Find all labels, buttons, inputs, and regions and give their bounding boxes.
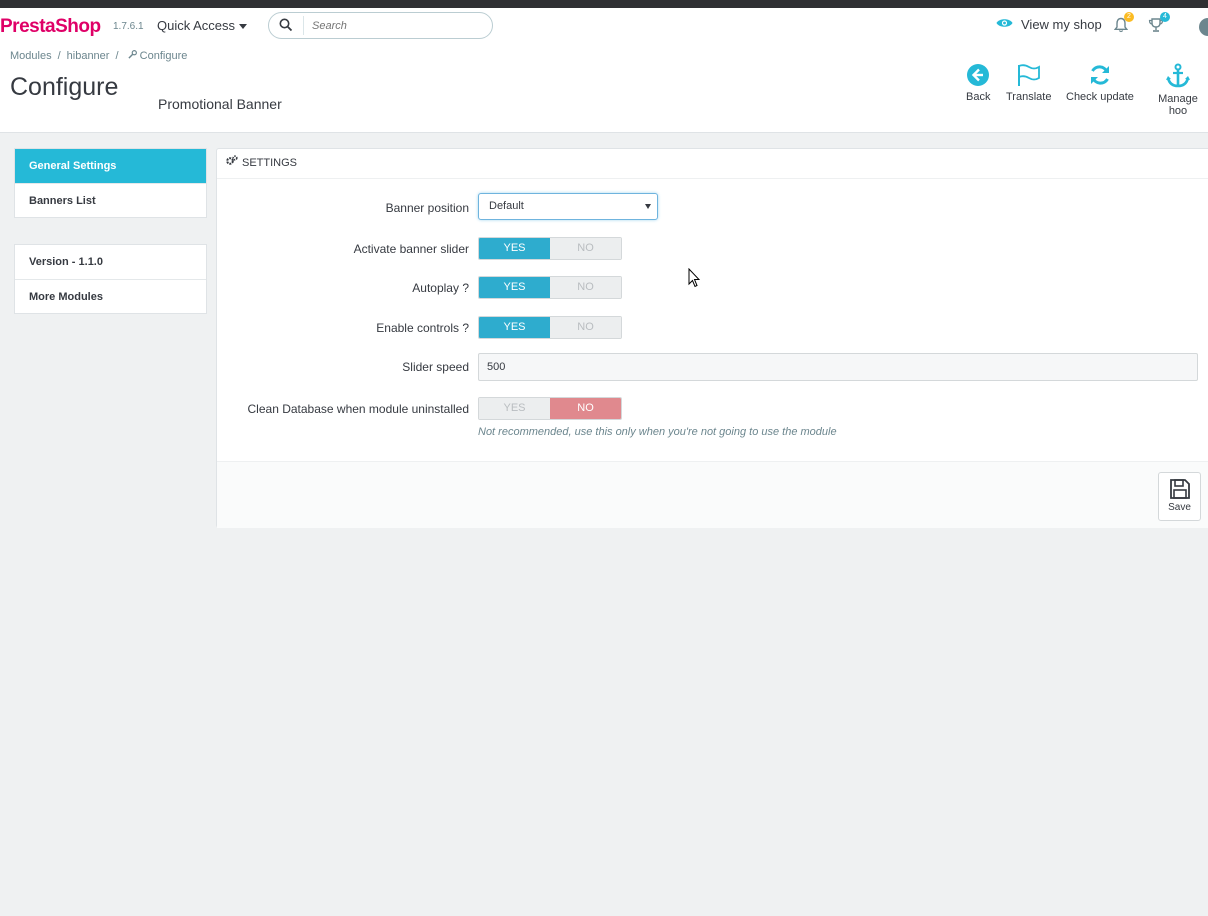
panel-title: SETTINGS bbox=[242, 157, 298, 169]
enable-controls-label: Enable controls ? bbox=[376, 321, 469, 335]
translate-button[interactable]: Translate bbox=[1006, 63, 1051, 103]
trophy-badge: 4 bbox=[1160, 12, 1170, 22]
activate-slider-label: Activate banner slider bbox=[353, 242, 469, 256]
clean-db-no[interactable]: NO bbox=[550, 398, 621, 419]
eye-icon bbox=[996, 17, 1013, 32]
activate-slider-no[interactable]: NO bbox=[550, 238, 621, 259]
flag-icon bbox=[1017, 64, 1040, 86]
breadcrumb-separator: / bbox=[115, 50, 119, 62]
page-header: Modules / hibanner / Configure Configure Pr… bbox=[0, 45, 1208, 133]
view-my-shop-link[interactable]: View my shop bbox=[996, 17, 1102, 32]
version-label: 1.7.6.1 bbox=[113, 21, 144, 32]
sidebar-menu: General Settings Banners List bbox=[14, 148, 207, 218]
sidebar-item-general-settings[interactable]: General Settings bbox=[15, 149, 206, 183]
top-navbar: PrestaShop 1.7.6.1 Quick Access View my … bbox=[0, 8, 1208, 45]
activate-slider-switch: YES NO bbox=[478, 237, 622, 260]
autoplay-label: Autoplay ? bbox=[412, 281, 469, 295]
page-subtitle: Promotional Banner bbox=[158, 96, 282, 112]
slider-speed-label: Slider speed bbox=[402, 360, 469, 374]
floppy-disk-icon bbox=[1169, 479, 1190, 499]
breadcrumb-separator: / bbox=[57, 50, 61, 62]
panel-heading: SETTINGS bbox=[217, 149, 1208, 179]
check-update-label: Check update bbox=[1066, 91, 1134, 103]
check-update-button[interactable]: Check update bbox=[1066, 63, 1134, 103]
arrow-left-circle-icon bbox=[967, 64, 990, 86]
mouse-cursor-icon bbox=[688, 267, 701, 291]
anchor-icon bbox=[1166, 63, 1190, 88]
enable-controls-yes[interactable]: YES bbox=[479, 317, 550, 338]
quick-access-label: Quick Access bbox=[157, 18, 236, 33]
logo-text-presta: Presta bbox=[0, 16, 56, 37]
back-label: Back bbox=[966, 91, 991, 103]
quick-access-dropdown[interactable]: Quick Access bbox=[157, 18, 248, 33]
sidebar-item-more-modules[interactable]: More Modules bbox=[15, 279, 206, 313]
notifications-badge: 2 bbox=[1124, 12, 1134, 22]
save-label: Save bbox=[1168, 502, 1191, 513]
logo-text-shop: Shop bbox=[55, 16, 101, 37]
breadcrumb: Modules / hibanner / Configure bbox=[10, 50, 187, 62]
search-input[interactable] bbox=[303, 16, 483, 35]
clean-db-label: Clean Database when module uninstalled bbox=[247, 402, 469, 416]
enable-controls-no[interactable]: NO bbox=[550, 317, 621, 338]
enable-controls-switch: YES NO bbox=[478, 316, 622, 339]
refresh-icon bbox=[1090, 65, 1109, 85]
window-top-strip bbox=[0, 0, 1208, 8]
sidebar-item-banners-list[interactable]: Banners List bbox=[15, 183, 206, 217]
manage-hooks-label: Manage hoo bbox=[1158, 93, 1198, 117]
slider-speed-input[interactable]: 500 bbox=[478, 353, 1198, 381]
settings-panel: SETTINGS Banner position Default Activat… bbox=[216, 148, 1208, 528]
select-arrow-icon bbox=[645, 204, 651, 209]
breadcrumb-hibanner[interactable]: hibanner bbox=[67, 50, 110, 62]
sidebar-info: Version - 1.1.0 More Modules bbox=[14, 244, 207, 314]
banner-position-value: Default bbox=[489, 200, 524, 212]
prestashop-logo[interactable]: PrestaShop bbox=[0, 16, 101, 38]
wrench-icon bbox=[125, 50, 140, 62]
clean-db-switch: YES NO bbox=[478, 397, 622, 420]
notifications-bell[interactable]: 2 bbox=[1113, 12, 1134, 36]
autoplay-switch: YES NO bbox=[478, 276, 622, 299]
autoplay-yes[interactable]: YES bbox=[479, 277, 550, 298]
back-button[interactable]: Back bbox=[966, 63, 990, 103]
banner-position-select[interactable]: Default bbox=[478, 193, 658, 220]
clean-db-help-text: Not recommended, use this only when you'… bbox=[478, 426, 837, 438]
breadcrumb-configure: Configure bbox=[139, 50, 188, 62]
module-sidebar: General Settings Banners List Version - … bbox=[14, 148, 207, 340]
banner-position-label: Banner position bbox=[385, 201, 469, 215]
trophy-button[interactable]: 4 bbox=[1148, 12, 1170, 36]
panel-footer: Save bbox=[217, 461, 1208, 528]
page-title: Configure bbox=[10, 73, 119, 101]
sidebar-item-version: Version - 1.1.0 bbox=[29, 256, 103, 268]
caret-down-icon bbox=[239, 24, 248, 30]
search-box bbox=[268, 12, 493, 39]
user-avatar[interactable] bbox=[1199, 18, 1208, 36]
clean-db-yes[interactable]: YES bbox=[479, 398, 550, 419]
view-my-shop-label: View my shop bbox=[1021, 17, 1102, 32]
translate-label: Translate bbox=[1006, 91, 1052, 103]
activate-slider-yes[interactable]: YES bbox=[479, 238, 550, 259]
manage-hooks-button[interactable]: Manage hoo bbox=[1148, 63, 1208, 117]
save-button[interactable]: Save bbox=[1158, 472, 1201, 521]
breadcrumb-modules[interactable]: Modules bbox=[10, 50, 52, 62]
autoplay-no[interactable]: NO bbox=[550, 277, 621, 298]
gears-icon bbox=[226, 149, 238, 178]
search-icon[interactable] bbox=[279, 18, 293, 35]
